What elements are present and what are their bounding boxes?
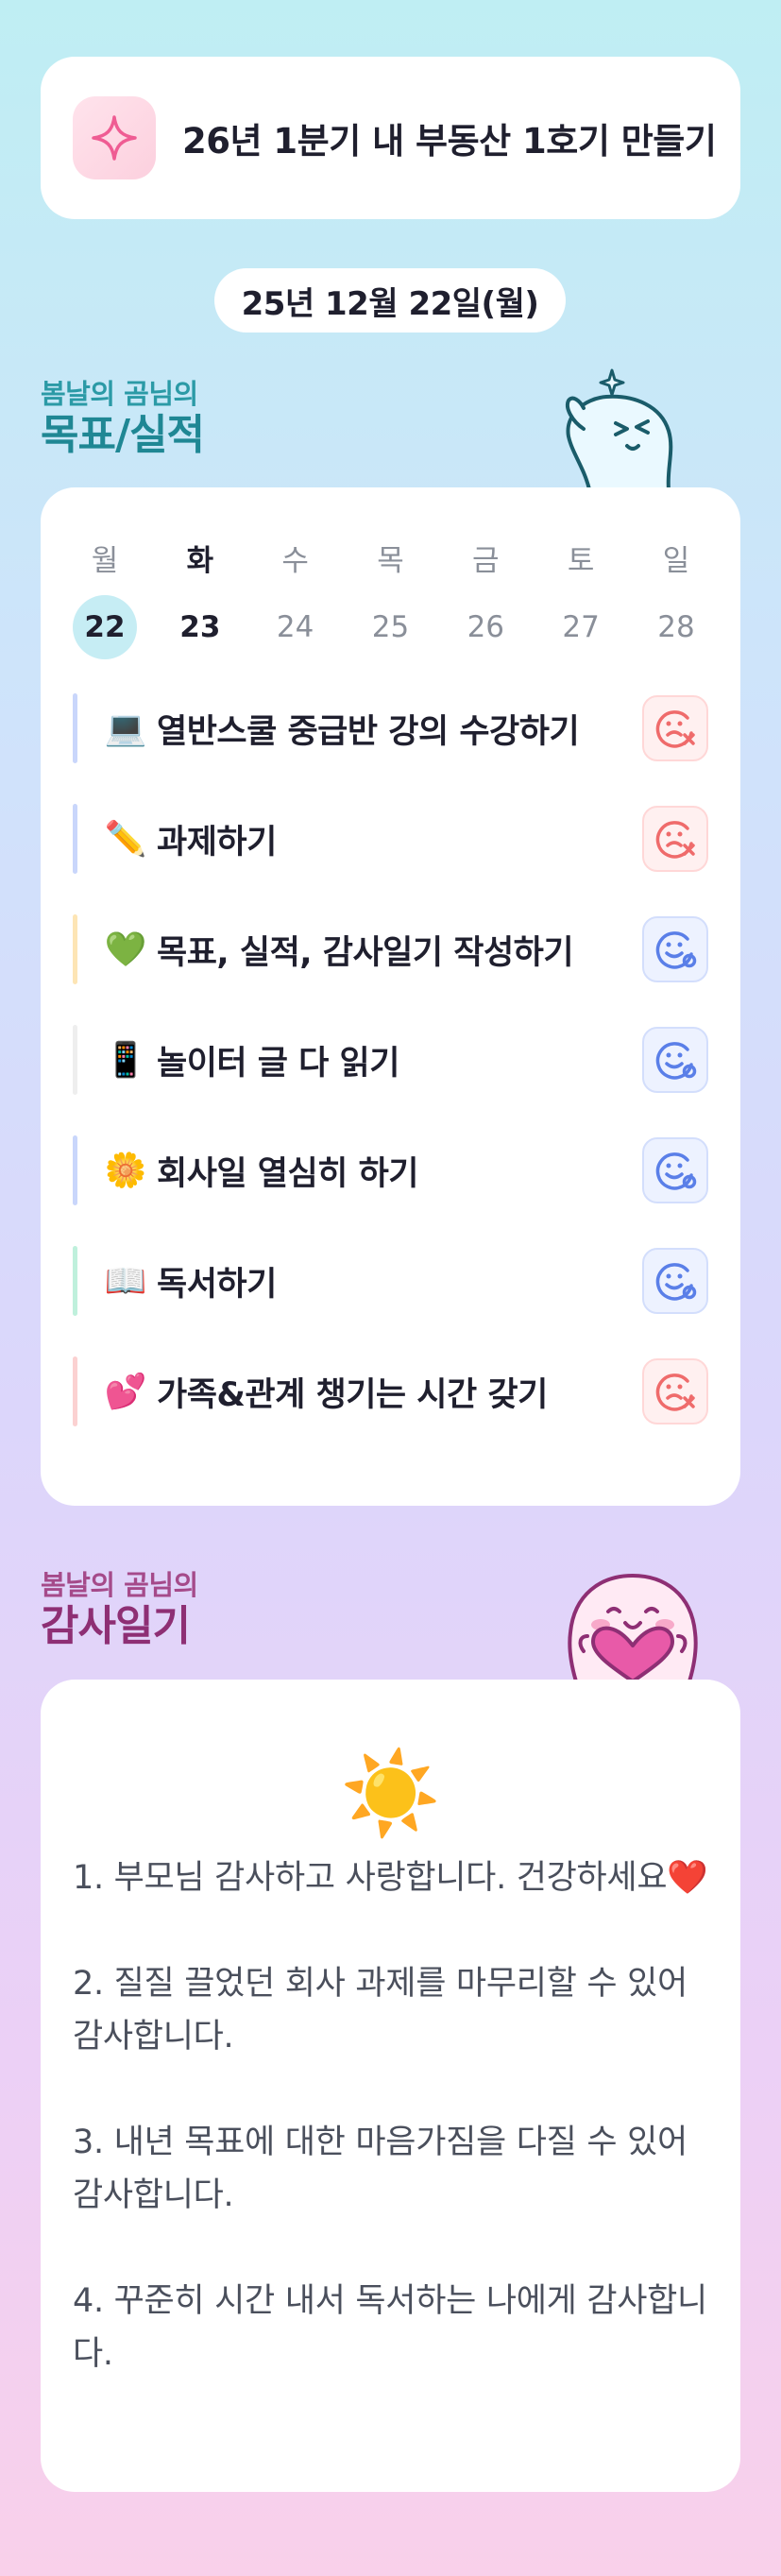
date-button-selected[interactable]: 22 bbox=[73, 595, 137, 659]
smile-done-icon[interactable] bbox=[642, 916, 708, 982]
weekly-goals-card: 월 화 수 목 금 토 일 22 23 24 25 26 27 28 💻 열반스쿨… bbox=[41, 487, 740, 1506]
date-button[interactable]: 24 bbox=[263, 595, 328, 659]
gratitude-item: 1. 부모님 감사하고 사랑합니다. 건강하세요❤️ bbox=[73, 1859, 708, 1897]
weekday-label: 목 bbox=[377, 543, 404, 578]
smile-done-icon[interactable] bbox=[642, 1137, 708, 1203]
task-emoji-icon: 💚 bbox=[104, 930, 147, 969]
weekday-label: 월 bbox=[91, 543, 119, 578]
task-color-bar bbox=[73, 804, 77, 874]
date-button[interactable]: 27 bbox=[549, 595, 613, 659]
date-button[interactable]: 28 bbox=[644, 595, 708, 659]
task-item[interactable]: 💚 목표, 실적, 감사일기 작성하기 bbox=[73, 914, 708, 984]
weekday-label: 토 bbox=[567, 543, 595, 578]
task-label: 독서하기 bbox=[157, 1265, 277, 1304]
frown-not-done-icon[interactable] bbox=[642, 806, 708, 872]
task-label: 과제하기 bbox=[157, 823, 277, 862]
thanks-section-title: 감사일기 bbox=[41, 1602, 191, 1650]
date-button[interactable]: 25 bbox=[358, 595, 422, 659]
weekday-label: 일 bbox=[662, 543, 690, 578]
task-emoji-icon: 📱 bbox=[104, 1041, 147, 1080]
goal-title: 26년 1분기 내 부동산 1호기 만들기 bbox=[182, 121, 717, 162]
frown-not-done-icon[interactable] bbox=[642, 695, 708, 761]
sparkle-icon bbox=[73, 96, 156, 179]
frown-not-done-icon[interactable] bbox=[642, 1358, 708, 1424]
heart-mascot-icon bbox=[555, 1557, 710, 1683]
task-item[interactable]: 💕 가족&관계 챙기는 시간 갖기 bbox=[73, 1356, 708, 1426]
task-color-bar bbox=[73, 1246, 77, 1316]
task-color-bar bbox=[73, 693, 77, 763]
gratitude-journal-card[interactable]: ☀️ 1. 부모님 감사하고 사랑합니다. 건강하세요❤️ 2. 질질 끌었던 … bbox=[41, 1680, 740, 2492]
gratitude-item: 2. 질질 끌었던 회사 과제를 마무리할 수 있어 감사합니다. bbox=[73, 1965, 688, 2056]
gratitude-text: 1. 부모님 감사하고 사랑합니다. 건강하세요❤️ 2. 질질 끌었던 회사 … bbox=[73, 1851, 708, 2433]
weekday-label: 금 bbox=[472, 543, 500, 578]
week-date-selector: 22 23 24 25 26 27 28 bbox=[73, 595, 708, 659]
weekday-label: 수 bbox=[281, 543, 309, 578]
task-item[interactable]: 🌼 회사일 열심히 하기 bbox=[73, 1135, 708, 1205]
task-emoji-icon: 💕 bbox=[104, 1373, 147, 1411]
task-item[interactable]: 💻 열반스쿨 중급반 강의 수강하기 bbox=[73, 693, 708, 763]
ghost-mascot-icon bbox=[555, 363, 697, 491]
task-color-bar bbox=[73, 1356, 77, 1426]
gratitude-item: 4. 꾸준히 시간 내서 독서하는 나에게 감사합니다. bbox=[73, 2282, 707, 2373]
date-button[interactable]: 23 bbox=[168, 595, 232, 659]
task-item[interactable]: ✏️ 과제하기 bbox=[73, 804, 708, 874]
goal-card[interactable]: 26년 1분기 내 부동산 1호기 만들기 bbox=[41, 57, 740, 219]
task-label: 열반스쿨 중급반 강의 수강하기 bbox=[157, 712, 580, 751]
task-label: 회사일 열심히 하기 bbox=[157, 1154, 418, 1193]
sun-weather-icon: ☀️ bbox=[339, 1747, 442, 1841]
date-button[interactable]: 26 bbox=[453, 595, 518, 659]
task-color-bar bbox=[73, 1025, 77, 1095]
task-label: 목표, 실적, 감사일기 작성하기 bbox=[157, 933, 574, 972]
smile-done-icon[interactable] bbox=[642, 1027, 708, 1093]
task-color-bar bbox=[73, 1135, 77, 1205]
task-label: 가족&관계 챙기는 시간 갖기 bbox=[157, 1375, 548, 1414]
weekday-header: 월 화 수 목 금 토 일 bbox=[73, 538, 708, 578]
date-pill[interactable]: 25년 12월 22일(월) bbox=[214, 268, 566, 333]
task-emoji-icon: 🌼 bbox=[104, 1152, 147, 1190]
task-label: 놀이터 글 다 읽기 bbox=[157, 1044, 399, 1083]
task-color-bar bbox=[73, 914, 77, 984]
task-emoji-icon: ✏️ bbox=[104, 820, 147, 859]
task-item[interactable]: 📖 독서하기 bbox=[73, 1246, 708, 1316]
smile-done-icon[interactable] bbox=[642, 1248, 708, 1314]
goals-section-title: 목표/실적 bbox=[41, 411, 205, 459]
task-emoji-icon: 📖 bbox=[104, 1262, 147, 1301]
task-emoji-icon: 💻 bbox=[104, 709, 147, 748]
task-item[interactable]: 📱 놀이터 글 다 읽기 bbox=[73, 1025, 708, 1095]
gratitude-item: 3. 내년 목표에 대한 마음가짐을 다질 수 있어 감사합니다. bbox=[73, 2124, 688, 2214]
weekday-label: 화 bbox=[186, 543, 214, 578]
